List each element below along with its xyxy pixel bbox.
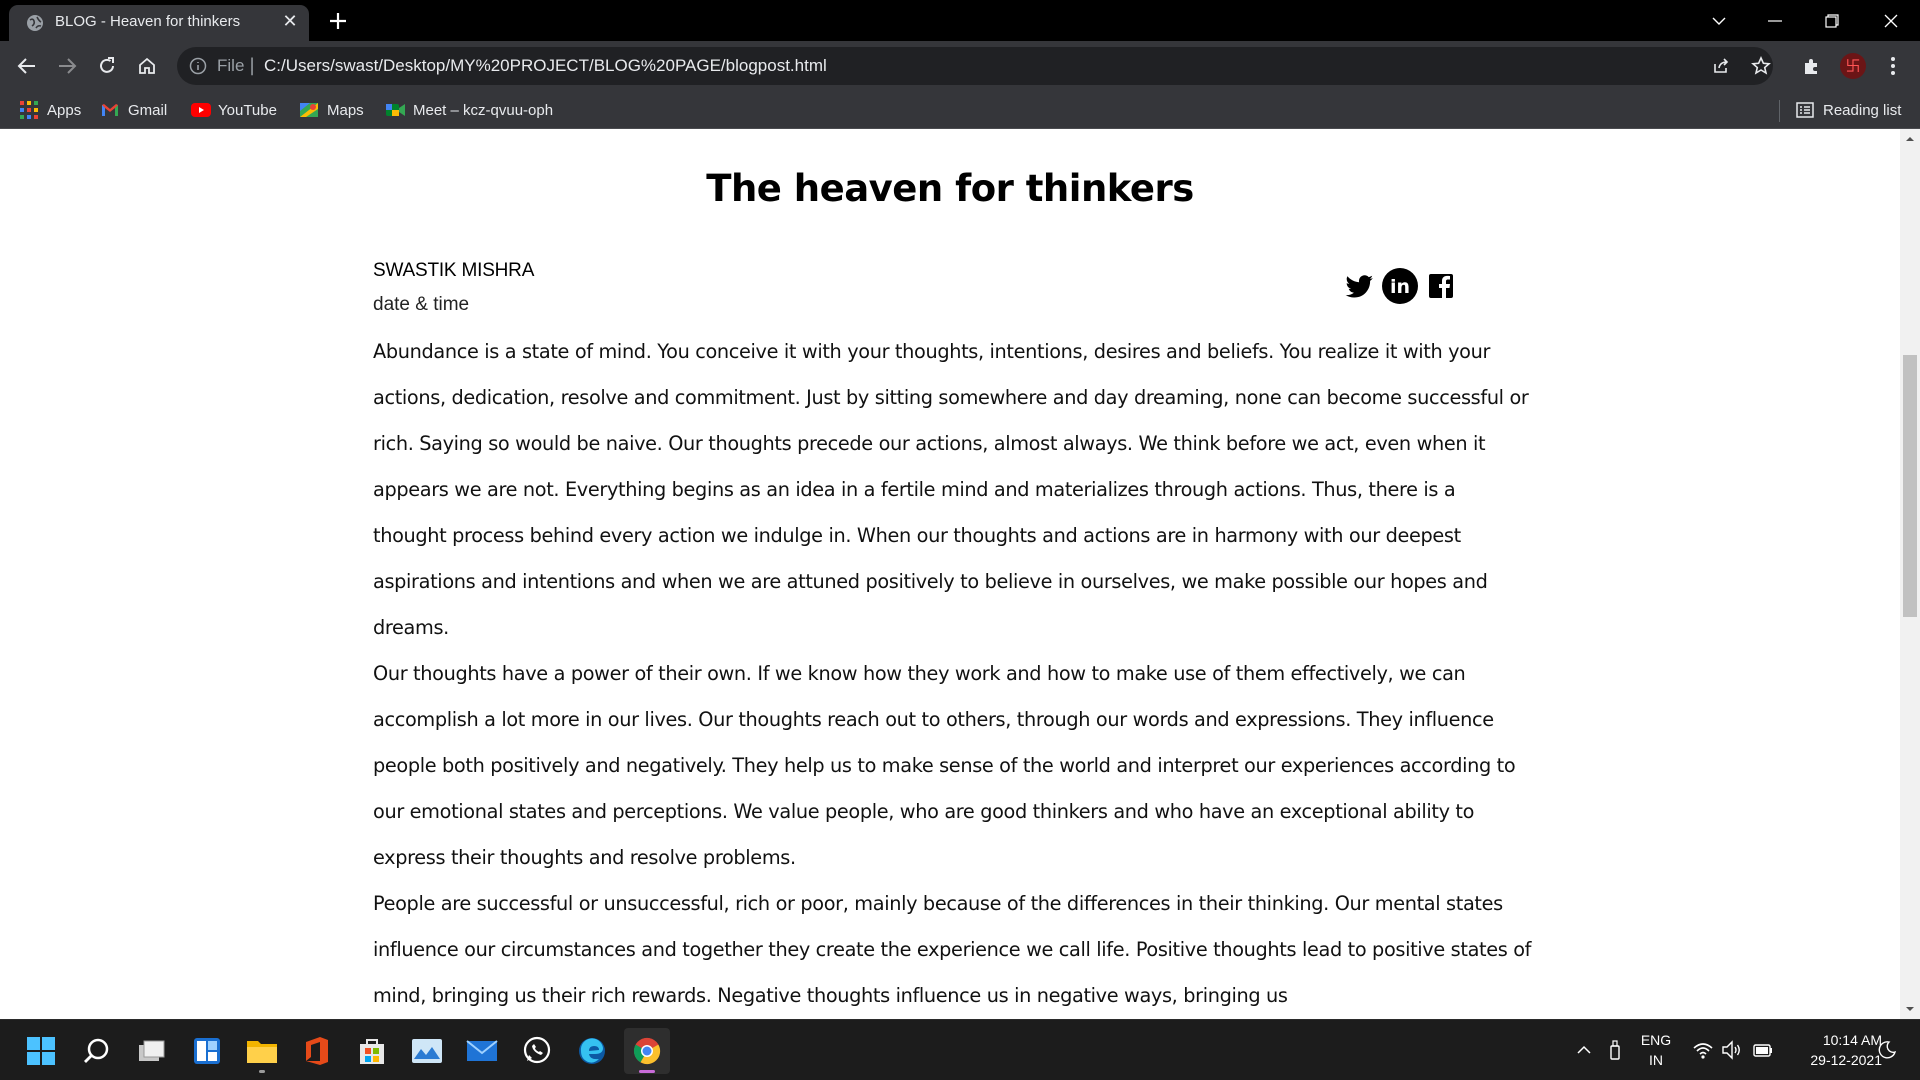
extensions-icon[interactable] [1797, 51, 1827, 81]
widgets-icon [194, 1038, 220, 1064]
apps-grid-icon [20, 101, 38, 119]
page-scrollbar[interactable] [1900, 129, 1920, 1019]
bookmarks-bar: Apps Gmail YouTube Maps Meet – kcz-qvuu-… [0, 91, 1920, 129]
youtube-icon [191, 101, 211, 119]
input-language[interactable]: ENG [1636, 1032, 1676, 1048]
linkedin-icon[interactable]: in [1381, 267, 1419, 305]
mail-button[interactable] [459, 1028, 505, 1074]
bookmark-label: YouTube [218, 101, 277, 119]
store-button[interactable] [349, 1028, 395, 1074]
running-indicator [259, 1070, 265, 1073]
search-icon [84, 1038, 109, 1063]
bookmarks-divider [1779, 100, 1780, 122]
volume-icon[interactable] [1721, 1039, 1743, 1061]
page-title: The heaven for thinkers [706, 167, 1194, 210]
browser-tab[interactable]: BLOG - Heaven for thinkers ✕ [9, 5, 309, 41]
url-text[interactable]: C:/Users/swast/Desktop/MY%20PROJECT/BLOG… [264, 56, 827, 76]
forward-icon[interactable] [52, 51, 82, 81]
home-icon[interactable] [132, 51, 162, 81]
active-indicator [639, 1070, 655, 1073]
wifi-icon[interactable] [1692, 1039, 1714, 1061]
bookmark-label: Gmail [128, 101, 168, 119]
svg-text:in: in [1390, 276, 1410, 298]
clock-date[interactable]: 29-12-2021 [1782, 1052, 1882, 1068]
edge-icon [579, 1038, 605, 1064]
photos-icon [412, 1039, 442, 1063]
bookmark-label: Apps [47, 101, 82, 119]
whatsapp-button[interactable] [514, 1028, 560, 1074]
close-window-icon[interactable] [1862, 0, 1920, 41]
bookmark-label: Meet – kcz-qvuu-oph [413, 101, 554, 119]
maps-icon [300, 101, 318, 119]
profile-avatar[interactable]: 卐 [1838, 51, 1868, 81]
restore-icon[interactable] [1803, 0, 1861, 41]
globe-icon [27, 15, 43, 31]
scroll-up-arrow-icon[interactable] [1900, 129, 1920, 149]
article-body: Abundance is a state of mind. You concei… [373, 329, 1533, 1019]
scroll-down-arrow-icon[interactable] [1900, 999, 1920, 1019]
windows-logo-icon [27, 1037, 55, 1065]
reading-list-icon [1796, 101, 1814, 119]
url-scheme: File [217, 56, 245, 75]
reading-list-label: Reading list [1823, 101, 1902, 119]
facebook-icon[interactable] [1428, 267, 1454, 305]
clock-time[interactable]: 10:14 AM [1782, 1032, 1882, 1048]
close-tab-icon[interactable]: ✕ [279, 11, 301, 33]
windows-taskbar: ENG IN 10:14 AM 29-12-2021 [0, 1019, 1920, 1080]
profile-initial: 卐 [1840, 53, 1866, 79]
whatsapp-icon [523, 1036, 551, 1064]
widgets-button[interactable] [184, 1028, 230, 1074]
article-paragraph: People are successful or unsuccessful, r… [373, 892, 1532, 1007]
blog-page: The heaven for thinkers SWASTIK MISHRA d… [0, 129, 1900, 1019]
chevron-up-icon[interactable] [1573, 1039, 1595, 1061]
article-paragraph: Abundance is a state of mind. You concei… [373, 340, 1529, 639]
author-name: SWASTIK MISHRA [373, 260, 535, 281]
tab-search-icon[interactable] [1690, 0, 1748, 41]
scroll-thumb[interactable] [1903, 355, 1917, 617]
bookmark-youtube[interactable]: YouTube [191, 91, 277, 129]
info-icon[interactable] [189, 57, 207, 75]
reading-list-button[interactable]: Reading list [1796, 91, 1901, 129]
task-view-icon [139, 1040, 165, 1061]
folder-icon [247, 1041, 277, 1063]
edge-button[interactable] [569, 1028, 615, 1074]
gmail-icon [101, 101, 119, 119]
bookmark-apps[interactable]: Apps [20, 91, 81, 129]
menu-icon[interactable] [1878, 51, 1908, 81]
usb-drive-icon[interactable] [1604, 1039, 1626, 1061]
chrome-icon [633, 1037, 661, 1065]
bookmark-label: Maps [327, 101, 364, 119]
search-button[interactable] [74, 1028, 120, 1074]
office-button[interactable] [294, 1028, 340, 1074]
bookmark-star-icon[interactable] [1751, 56, 1771, 76]
chrome-button[interactable] [624, 1028, 670, 1074]
store-icon [360, 1039, 384, 1064]
address-bar[interactable]: File | C:/Users/swast/Desktop/MY%20PROJE… [177, 47, 1773, 85]
twitter-icon[interactable] [1344, 267, 1374, 305]
minimize-icon[interactable] [1746, 0, 1804, 41]
mail-icon [466, 1040, 498, 1061]
office-icon [306, 1037, 328, 1065]
back-icon[interactable] [12, 51, 42, 81]
url-separator: | [249, 55, 256, 76]
focus-assist-icon[interactable] [1876, 1039, 1898, 1061]
bookmark-maps[interactable]: Maps [300, 91, 364, 129]
input-region[interactable]: IN [1636, 1052, 1676, 1068]
photos-button[interactable] [404, 1028, 450, 1074]
bookmark-gmail[interactable]: Gmail [101, 91, 167, 129]
start-button[interactable] [18, 1028, 64, 1074]
new-tab-icon[interactable] [325, 8, 351, 34]
task-view-button[interactable] [129, 1028, 175, 1074]
battery-icon[interactable] [1752, 1039, 1774, 1061]
meet-icon [386, 101, 405, 119]
browser-toolbar: File | C:/Users/swast/Desktop/MY%20PROJE… [0, 41, 1920, 91]
file-explorer-button[interactable] [239, 1028, 285, 1074]
reload-icon[interactable] [92, 51, 122, 81]
article-paragraph: Our thoughts have a power of their own. … [373, 662, 1516, 869]
share-icon[interactable] [1711, 56, 1731, 76]
post-datetime: date & time [373, 294, 470, 315]
browser-title-bar: BLOG - Heaven for thinkers ✕ [0, 0, 1920, 41]
bookmark-meet[interactable]: Meet – kcz-qvuu-oph [386, 91, 553, 129]
tab-title: BLOG - Heaven for thinkers [55, 13, 241, 30]
